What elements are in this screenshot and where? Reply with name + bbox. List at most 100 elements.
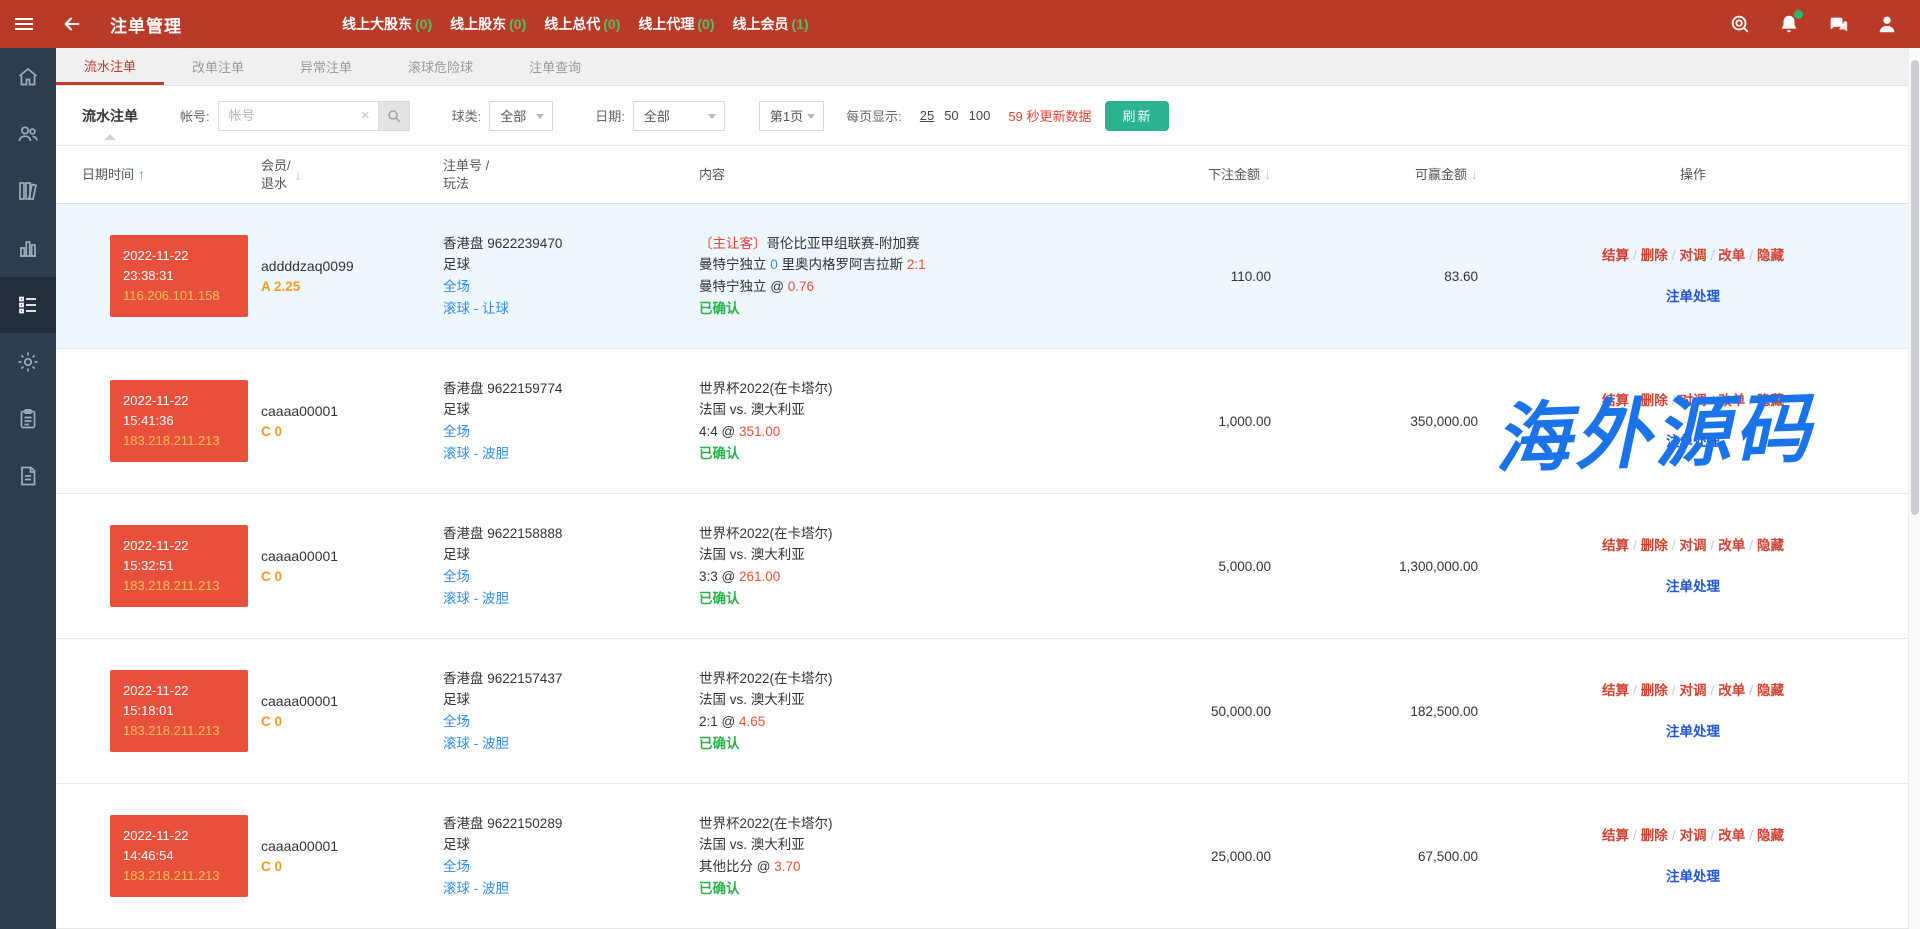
collapse-caret-icon[interactable] <box>104 134 116 140</box>
row-action-2[interactable]: 对调 <box>1680 538 1707 553</box>
order-process-link[interactable]: 注单处理 <box>1478 285 1908 305</box>
row-action-2[interactable]: 对调 <box>1680 393 1707 408</box>
header-datetime[interactable]: 日期时间↑ <box>56 166 261 184</box>
order-number: 香港盘 9622239470 <box>443 233 699 255</box>
row-action-3[interactable]: 改单 <box>1718 828 1745 843</box>
tab-modified-orders[interactable]: 改单注单 <box>164 48 272 85</box>
sidebar-item-users[interactable] <box>0 106 56 162</box>
account-icon[interactable] <box>1876 13 1898 35</box>
tab-flow-orders[interactable]: 流水注单 <box>56 48 164 85</box>
scrollbar-thumb[interactable] <box>1911 60 1919 515</box>
member-name[interactable]: caaaa00001 <box>261 548 443 564</box>
sidebar-item-stats[interactable] <box>0 220 56 276</box>
row-action-4[interactable]: 隐藏 <box>1757 393 1784 408</box>
row-action-1[interactable]: 删除 <box>1641 248 1668 263</box>
header-order-play: 注单号 / 玩法 <box>443 157 699 192</box>
sidebar-item-reports[interactable] <box>0 448 56 504</box>
sort-down-icon: ↓ <box>1264 166 1271 182</box>
order-process-link[interactable]: 注单处理 <box>1478 575 1908 595</box>
row-action-0[interactable]: 结算 <box>1602 538 1629 553</box>
order-time: 23:38:31 <box>123 266 235 286</box>
back-button[interactable] <box>48 0 96 48</box>
live-score: 2:1 <box>907 257 926 272</box>
row-action-1[interactable]: 删除 <box>1641 828 1668 843</box>
refresh-button[interactable]: 刷新 <box>1105 101 1169 131</box>
row-action-2[interactable]: 对调 <box>1680 248 1707 263</box>
order-date: 2022-11-22 <box>123 391 235 411</box>
search-icon[interactable] <box>1729 13 1751 35</box>
order-ip: 116.206.101.158 <box>123 286 235 306</box>
row-action-3[interactable]: 改单 <box>1718 538 1745 553</box>
row-action-1[interactable]: 删除 <box>1641 393 1668 408</box>
header-member-rebate[interactable]: 会员/ 退水↓ <box>261 157 443 192</box>
order-play-link[interactable]: 滚球 - 波胆 <box>443 588 699 610</box>
row-action-4[interactable]: 隐藏 <box>1757 828 1784 843</box>
sidebar-item-home[interactable] <box>0 49 56 105</box>
member-name[interactable]: addddzaq0099 <box>261 258 443 274</box>
account-input[interactable] <box>218 101 378 131</box>
nav-online-shareholder[interactable]: 线上股东(0) <box>450 14 526 34</box>
tab-rolling-danger-ball[interactable]: 滚球危险球 <box>380 48 501 85</box>
page-size-25[interactable]: 25 <box>920 108 934 123</box>
account-search-button[interactable] <box>378 101 410 131</box>
row-action-2[interactable]: 对调 <box>1680 683 1707 698</box>
row-action-3[interactable]: 改单 <box>1718 248 1745 263</box>
order-process-link[interactable]: 注单处理 <box>1478 720 1908 740</box>
row-action-3[interactable]: 改单 <box>1718 683 1745 698</box>
row-action-4[interactable]: 隐藏 <box>1757 248 1784 263</box>
order-scope-link[interactable]: 全场 <box>443 711 699 733</box>
order-scope-link[interactable]: 全场 <box>443 856 699 878</box>
clipboard-icon <box>16 407 40 431</box>
order-scope-link[interactable]: 全场 <box>443 421 699 443</box>
order-play-link[interactable]: 滚球 - 波胆 <box>443 878 699 900</box>
row-action-4[interactable]: 隐藏 <box>1757 538 1784 553</box>
nav-online-major-shareholder[interactable]: 线上大股东(0) <box>342 14 432 34</box>
date-select[interactable]: 全部 <box>633 101 725 131</box>
bet-pick: 4:4 @ <box>699 424 735 439</box>
member-name[interactable]: caaaa00001 <box>261 693 443 709</box>
sidebar-item-settings[interactable] <box>0 334 56 390</box>
header-content: 内容 <box>699 166 1081 184</box>
row-action-1[interactable]: 删除 <box>1641 538 1668 553</box>
sport-select[interactable]: 全部 <box>489 101 553 131</box>
messages-icon[interactable] <box>1827 13 1849 35</box>
order-number: 香港盘 9622157437 <box>443 668 699 690</box>
order-scope-link[interactable]: 全场 <box>443 566 699 588</box>
nav-online-member[interactable]: 线上会员(1) <box>733 14 809 34</box>
order-management-page: 注单管理 线上大股东(0) 线上股东(0) 线上总代(0) 线上代理(0) 线上… <box>0 0 1920 929</box>
sidebar-item-catalog[interactable] <box>0 163 56 219</box>
tab-order-query[interactable]: 注单查询 <box>501 48 609 85</box>
vertical-scrollbar[interactable] <box>1908 48 1920 929</box>
row-action-4[interactable]: 隐藏 <box>1757 683 1784 698</box>
member-name[interactable]: caaaa00001 <box>261 403 443 419</box>
member-name[interactable]: caaaa00001 <box>261 838 443 854</box>
order-scope-link[interactable]: 全场 <box>443 276 699 298</box>
order-play-link[interactable]: 滚球 - 波胆 <box>443 733 699 755</box>
row-action-0[interactable]: 结算 <box>1602 248 1629 263</box>
page-size-50[interactable]: 50 <box>944 108 958 123</box>
row-action-0[interactable]: 结算 <box>1602 393 1629 408</box>
header-win-amount[interactable]: 可赢金额↓ <box>1271 166 1478 184</box>
clear-input-icon[interactable]: × <box>361 107 370 124</box>
sidebar-item-records[interactable] <box>0 391 56 447</box>
row-action-1[interactable]: 删除 <box>1641 683 1668 698</box>
bet-amount: 50,000.00 <box>1211 704 1271 719</box>
page-size-100[interactable]: 100 <box>969 108 991 123</box>
menu-toggle-button[interactable] <box>0 0 48 48</box>
row-action-3[interactable]: 改单 <box>1718 393 1745 408</box>
nav-online-agent[interactable]: 线上代理(0) <box>638 14 714 34</box>
page-select[interactable]: 第1页 <box>759 101 824 131</box>
order-time: 14:46:54 <box>123 846 235 866</box>
order-play-link[interactable]: 滚球 - 波胆 <box>443 443 699 465</box>
sidebar-item-orders[interactable] <box>0 277 56 333</box>
row-action-0[interactable]: 结算 <box>1602 828 1629 843</box>
header-bet-amount[interactable]: 下注金额↓ <box>1081 166 1271 184</box>
order-process-link[interactable]: 注单处理 <box>1478 865 1908 885</box>
notifications-bell-icon[interactable] <box>1778 13 1800 35</box>
tab-abnormal-orders[interactable]: 异常注单 <box>272 48 380 85</box>
order-play-link[interactable]: 滚球 - 让球 <box>443 298 699 320</box>
row-action-0[interactable]: 结算 <box>1602 683 1629 698</box>
order-process-link[interactable]: 注单处理 <box>1478 430 1908 450</box>
row-action-2[interactable]: 对调 <box>1680 828 1707 843</box>
nav-online-general-agent[interactable]: 线上总代(0) <box>544 14 620 34</box>
